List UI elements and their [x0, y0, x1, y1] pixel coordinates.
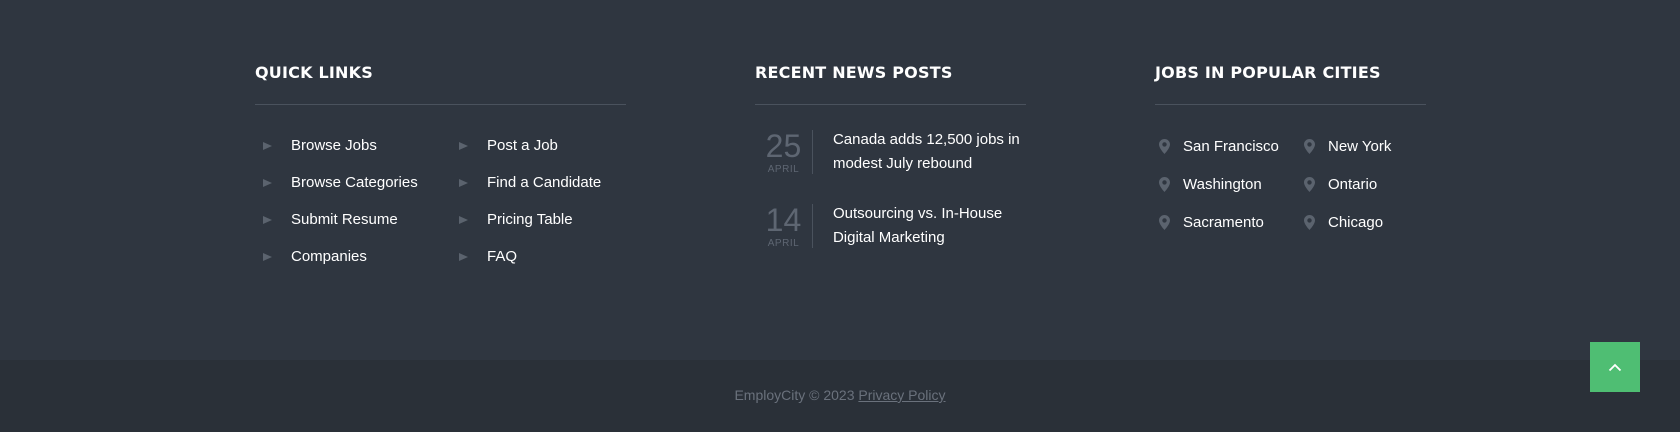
quick-links-section: QUICK LINKS Browse Jobs Browse Categorie… — [255, 60, 626, 265]
triangle-right-icon — [263, 141, 272, 150]
news-item: 25 APRIL Canada adds 12,500 jobs in mode… — [755, 130, 1026, 204]
city-link-chicago[interactable]: Chicago — [1304, 203, 1391, 241]
triangle-right-icon — [459, 252, 468, 261]
link-browse-categories[interactable]: Browse Categories — [263, 164, 418, 201]
link-label: Browse Categories — [291, 174, 418, 191]
link-post-a-job[interactable]: Post a Job — [459, 127, 601, 164]
link-label: Find a Candidate — [487, 174, 602, 191]
city-link-san-francisco[interactable]: San Francisco — [1159, 127, 1279, 165]
link-label: Browse Jobs — [291, 137, 377, 154]
copyright-text: EmployCity © 2023 — [734, 387, 855, 403]
link-browse-jobs[interactable]: Browse Jobs — [263, 127, 418, 164]
city-label: Ontario — [1328, 175, 1378, 193]
triangle-right-icon — [459, 215, 468, 224]
link-label: FAQ — [487, 248, 518, 265]
link-companies[interactable]: Companies — [263, 238, 418, 275]
triangle-right-icon — [459, 178, 468, 187]
triangle-right-icon — [263, 215, 272, 224]
map-pin-icon — [1304, 176, 1315, 192]
footer-main: QUICK LINKS Browse Jobs Browse Categorie… — [0, 0, 1680, 360]
link-find-a-candidate[interactable]: Find a Candidate — [459, 164, 601, 201]
news-day: 14 — [765, 202, 802, 238]
link-label: Submit Resume — [291, 211, 398, 228]
triangle-right-icon — [459, 141, 468, 150]
chevron-up-icon — [1608, 363, 1622, 371]
link-faq[interactable]: FAQ — [459, 238, 601, 275]
link-submit-resume[interactable]: Submit Resume — [263, 201, 418, 238]
triangle-right-icon — [263, 178, 272, 187]
news-month: APRIL — [767, 238, 800, 249]
popular-cities-title: JOBS IN POPULAR CITIES — [1155, 63, 1381, 82]
privacy-policy-link[interactable]: Privacy Policy — [858, 387, 945, 403]
city-label: San Francisco — [1183, 137, 1279, 155]
recent-news-title: RECENT NEWS POSTS — [755, 63, 953, 82]
city-link-washington[interactable]: Washington — [1159, 165, 1279, 203]
city-label: Washington — [1183, 175, 1262, 193]
popular-cities-divider — [1155, 104, 1426, 105]
copyright: EmployCity © 2023 Privacy Policy — [0, 387, 1680, 403]
city-label: New York — [1328, 137, 1392, 155]
quick-links-title: QUICK LINKS — [255, 63, 373, 82]
map-pin-icon — [1159, 214, 1170, 230]
city-link-new-york[interactable]: New York — [1304, 127, 1391, 165]
link-label: Companies — [291, 248, 367, 265]
map-pin-icon — [1304, 214, 1315, 230]
news-month: APRIL — [767, 164, 800, 175]
city-label: Sacramento — [1183, 213, 1264, 231]
link-pricing-table[interactable]: Pricing Table — [459, 201, 601, 238]
recent-news-divider — [755, 104, 1026, 105]
link-label: Post a Job — [487, 137, 558, 154]
back-to-top-button[interactable] — [1590, 342, 1640, 392]
quick-links-divider — [255, 104, 626, 105]
triangle-right-icon — [263, 252, 272, 261]
map-pin-icon — [1304, 138, 1315, 154]
city-link-sacramento[interactable]: Sacramento — [1159, 203, 1279, 241]
popular-cities-section: JOBS IN POPULAR CITIES San Francisco Was… — [1155, 60, 1426, 231]
news-list: 25 APRIL Canada adds 12,500 jobs in mode… — [755, 130, 1026, 278]
news-day: 25 — [765, 128, 802, 164]
city-link-ontario[interactable]: Ontario — [1304, 165, 1391, 203]
link-label: Pricing Table — [487, 211, 573, 228]
news-title-link[interactable]: Outsourcing vs. In-House Digital Marketi… — [833, 202, 1026, 278]
news-date: 25 APRIL — [755, 128, 813, 175]
news-date: 14 APRIL — [755, 202, 813, 249]
news-title-link[interactable]: Canada adds 12,500 jobs in modest July r… — [833, 128, 1026, 204]
map-pin-icon — [1159, 138, 1170, 154]
map-pin-icon — [1159, 176, 1170, 192]
city-label: Chicago — [1328, 213, 1384, 231]
recent-news-section: RECENT NEWS POSTS 25 APRIL Canada adds 1… — [755, 60, 1026, 278]
news-item: 14 APRIL Outsourcing vs. In-House Digita… — [755, 204, 1026, 278]
